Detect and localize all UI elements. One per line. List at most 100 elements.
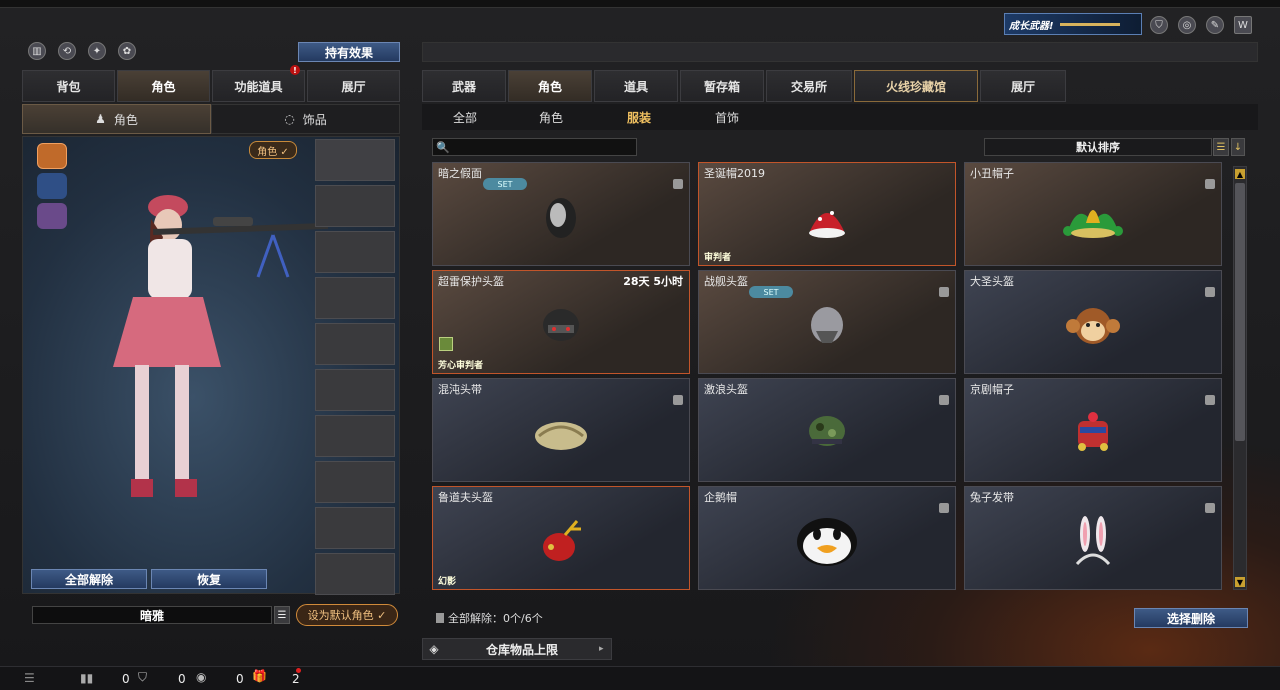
chat-icon[interactable]: ◉ [196,670,206,684]
slot-body[interactable] [315,277,395,319]
lock-icon[interactable] [1205,395,1215,405]
effects-button[interactable]: 持有效果 [298,42,400,62]
category-tab-bar: 全部 角色 服装 首饰 [422,104,1258,130]
scroll-thumb[interactable] [1235,183,1245,441]
lock-icon[interactable] [1205,287,1215,297]
character-model[interactable] [93,177,333,527]
tab-roles[interactable]: 角色 [508,70,592,102]
lock-icon[interactable] [1205,503,1215,513]
pet-icon[interactable]: ✿ [118,42,136,60]
subtab-accessory[interactable]: ◌ 饰品 [211,104,400,134]
subtab-character[interactable]: ♟ 角色 [22,104,211,134]
search-input[interactable] [453,140,634,154]
tab-props[interactable]: 道具 [594,70,678,102]
layers-icon: ◈ [429,642,439,656]
rotate-icon[interactable]: ⟲ [58,42,76,60]
tab-main-showroom[interactable]: 展厅 [980,70,1066,102]
set-default-button[interactable]: 设为默认角色 ✓ [296,604,398,626]
slot-weapon[interactable] [315,139,395,181]
item-card[interactable]: 企鹅帽 [698,486,956,590]
subtab-character-label: 角色 [113,112,138,127]
select-delete-button[interactable]: 选择删除 [1134,608,1248,628]
tab-backpack[interactable]: 背包 [22,70,115,102]
item-card[interactable]: 暗之假面 SET [432,162,690,266]
category-clothing[interactable]: 服装 [594,109,684,126]
lock-icon[interactable] [673,395,683,405]
category-jewelry[interactable]: 首饰 [684,109,770,126]
item-name: 圣诞帽2019 [704,167,765,180]
item-card[interactable]: 超雷保护头盔 28天 5小时 芳心审判者 [432,270,690,374]
shield-icon[interactable]: ⛉ [1150,16,1168,34]
unequip-all-button[interactable]: 全部解除 [31,569,147,589]
stats-icon[interactable]: ▥ [28,42,46,60]
sort-direction-icon[interactable]: ↓ [1231,138,1245,156]
lock-icon[interactable] [939,395,949,405]
bunny-headband-icon [1075,516,1111,566]
category-all[interactable]: 全部 [422,109,508,126]
slot-hand[interactable] [315,369,395,411]
helmet-icon [543,309,579,342]
slot-leg[interactable] [315,461,395,503]
gift-icon[interactable]: 🎁 [252,669,267,683]
counter-3: 0 [236,672,244,686]
character-preview-panel: 角色 ✓ 全部解除 恢复 [22,136,400,595]
list-view-icon[interactable]: ☰ [1213,138,1229,156]
sort-dropdown[interactable]: 默认排序 [984,138,1212,156]
lock-icon[interactable] [939,503,949,513]
notification-badge: ! [290,65,300,75]
lock-icon[interactable] [939,287,949,297]
character-slot-icon-1[interactable] [37,143,67,169]
slot-belt[interactable] [315,415,395,457]
tab-function-items[interactable]: 功能道具 ! [212,65,305,102]
item-card[interactable]: 兔子发带 [964,486,1222,590]
main-tabs: 武器 角色 道具 暂存箱 交易所 火线珍藏馆 展厅 [422,70,1066,102]
locker-icon[interactable]: ▮▮ [80,671,93,685]
santa-hat-icon [809,211,845,239]
tab-exchange[interactable]: 交易所 [766,70,852,102]
shield-small-icon[interactable]: ⛉ [138,670,147,685]
item-time-left: 28天 5小时 [623,275,683,288]
lock-icon[interactable] [1205,179,1215,189]
slot-foot[interactable] [315,507,395,549]
slot-vest[interactable] [315,323,395,365]
logo-w-icon[interactable]: W [1234,16,1252,34]
item-name: 鲁道夫头盔 [438,491,493,504]
category-role[interactable]: 角色 [508,109,594,126]
tab-character[interactable]: 角色 [117,70,210,102]
tab-weapons[interactable]: 武器 [422,70,506,102]
item-card[interactable]: 战舰头盔 SET [698,270,956,374]
pose-icon[interactable]: ✦ [88,42,106,60]
item-card[interactable]: 小丑帽子 [964,162,1222,266]
tab-showroom[interactable]: 展厅 [307,70,400,102]
item-card[interactable]: 混沌头带 [432,378,690,482]
menu-icon[interactable]: ☰ [274,606,290,624]
character-slot-icon-2[interactable] [37,173,67,199]
slot-head[interactable] [315,185,395,227]
lock-icon[interactable] [673,179,683,189]
list-icon[interactable]: ☰ [24,671,35,685]
unequip-status-text: 全部解除：0个/6个 [448,612,543,625]
wrench-icon[interactable]: ✎ [1206,16,1224,34]
warehouse-limit-bar[interactable]: ◈ 仓库物品上限 ▸ [422,638,612,660]
slot-face[interactable] [315,231,395,273]
item-card[interactable]: 鲁道夫头盔 幻影 [432,486,690,590]
item-scrollbar[interactable]: ▲ ▼ [1233,166,1247,590]
item-card[interactable]: 圣诞帽2019 审判者 [698,162,956,266]
item-card[interactable]: 激浪头盔 [698,378,956,482]
character-slot-icon-3[interactable] [37,203,67,229]
item-card[interactable]: 京剧帽子 [964,378,1222,482]
ring-icon: ◌ [284,112,295,126]
growth-weapon-banner[interactable]: 成长武器! [1004,13,1142,35]
restore-button[interactable]: 恢复 [151,569,267,589]
scroll-down-icon[interactable]: ▼ [1235,577,1245,587]
banner-text: 成长武器! [1009,20,1054,32]
slot-extra[interactable] [315,553,395,595]
item-card[interactable]: 大圣头盔 [964,270,1222,374]
item-name: 京剧帽子 [970,383,1014,396]
character-name-field[interactable]: 暗雅 [32,606,272,624]
tab-storage[interactable]: 暂存箱 [680,70,764,102]
scroll-up-icon[interactable]: ▲ [1235,169,1245,179]
globe-icon[interactable]: ◎ [1178,16,1196,34]
tab-collection-hall[interactable]: 火线珍藏馆 [854,70,978,102]
top-strip [0,0,1280,8]
